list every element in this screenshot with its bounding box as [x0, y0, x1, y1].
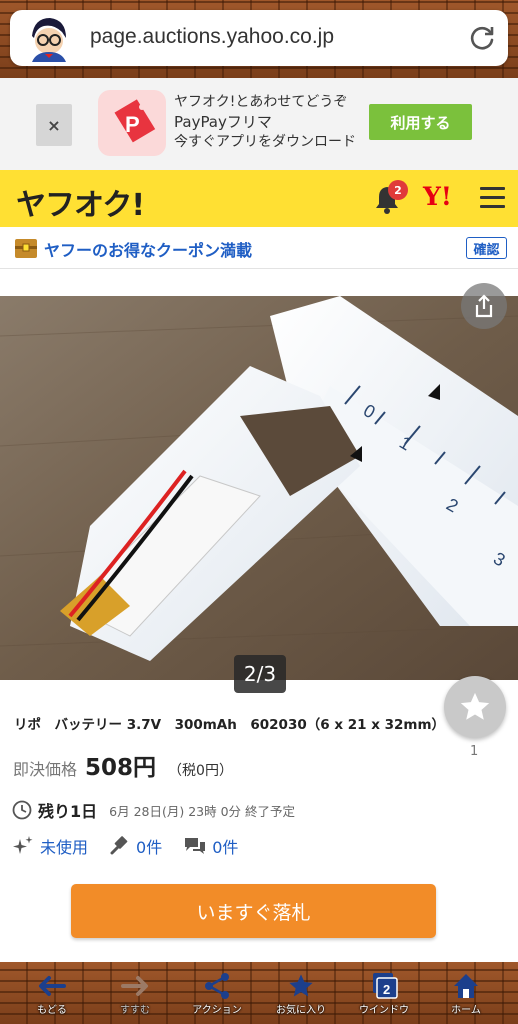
site-header: ヤフオク! 2 Y! — [0, 170, 518, 227]
coupon-text[interactable]: ヤフーのお得なクーポン満載 — [44, 237, 252, 261]
buy-now-button[interactable]: いますぐ落札 — [71, 884, 436, 938]
time-left: 残り1日 — [38, 802, 98, 821]
end-time: 6月 28日(月) 23時 0分 終了予定 — [109, 803, 296, 819]
image-counter: 2/3 — [234, 655, 286, 693]
price-label: 即決価格 — [13, 760, 78, 779]
watch-button[interactable] — [444, 676, 506, 738]
share-icon — [475, 294, 493, 318]
banner-text: ヤフオク!とあわせてどうぞ PayPayフリマ 今すぐアプリをダウンロード — [174, 92, 356, 152]
hamburger-menu-icon[interactable] — [480, 187, 505, 209]
reload-icon[interactable] — [468, 24, 496, 52]
banner-close-button[interactable]: × — [36, 104, 72, 146]
windows-label: ウインドウ — [359, 1005, 409, 1016]
item-title: リポ バッテリー 3.7V 300mAh 602030（6 x 21 x 32m… — [14, 717, 446, 733]
app-promo-banner: × P ヤフオク!とあわせてどうぞ PayPayフリマ 今すぐアプリをダウンロー… — [0, 78, 518, 170]
gavel-icon — [110, 836, 128, 855]
action-label: アクション — [192, 1005, 242, 1016]
price-value: 508円 — [85, 755, 157, 781]
coupon-confirm-button[interactable]: 確認 — [466, 237, 507, 259]
avatar-icon[interactable] — [24, 14, 72, 62]
product-photo: 0 1 2 3 — [0, 296, 518, 680]
favorites-button[interactable]: お気に入り — [266, 972, 336, 1024]
chat-bubbles-icon — [185, 838, 206, 854]
back-label: もどる — [37, 1005, 67, 1016]
star-icon — [460, 692, 490, 720]
clock-icon — [12, 800, 32, 820]
banner-line-3: 今すぐアプリをダウンロード — [174, 134, 356, 150]
forward-arrow-icon — [121, 976, 148, 996]
questions-count[interactable]: 0件 — [212, 834, 238, 858]
notification-badge: 2 — [388, 180, 408, 200]
favorite-star-icon — [289, 974, 313, 997]
yahoo-japan-logo[interactable]: Y! — [423, 182, 452, 211]
share-nodes-icon — [205, 973, 229, 999]
use-app-button[interactable]: 利用する — [369, 104, 472, 140]
condition-text[interactable]: 未使用 — [40, 834, 88, 858]
bids-count[interactable]: 0件 — [136, 834, 162, 858]
windows-count: 2 — [383, 982, 390, 997]
url-text[interactable]: page.auctions.yahoo.co.jp — [90, 25, 334, 49]
questions-item[interactable]: 0件 — [184, 834, 238, 858]
bids-item[interactable]: 0件 — [110, 834, 162, 858]
condition-item[interactable]: 未使用 — [12, 834, 88, 858]
coupon-bar[interactable]: ヤフーのお得なクーポン満載 確認 — [0, 227, 518, 269]
price-row: 即決価格 508円 （税0円） — [13, 748, 233, 782]
bottom-toolbar: もどる すすむ アクション お気に入り 2 ウインドウ ホーム — [0, 962, 518, 1024]
svg-text:P: P — [125, 112, 140, 137]
price-tag-icon: P — [114, 99, 156, 143]
browser-url-bar: page.auctions.yahoo.co.jp — [0, 0, 518, 78]
watch-count: 1 — [470, 744, 479, 759]
home-icon — [454, 974, 478, 998]
back-arrow-icon — [39, 976, 66, 996]
treasure-chest-icon — [15, 239, 37, 258]
forward-label: すすむ — [120, 1005, 150, 1016]
home-label: ホーム — [451, 1005, 481, 1016]
home-button[interactable]: ホーム — [431, 972, 501, 1024]
address-field[interactable]: page.auctions.yahoo.co.jp — [10, 10, 508, 66]
windows-button[interactable]: 2 ウインドウ — [349, 972, 419, 1024]
windows-icon: 2 — [373, 973, 398, 999]
paypay-flea-market-app-icon[interactable]: P — [98, 90, 166, 156]
product-image[interactable]: 0 1 2 3 — [0, 296, 518, 680]
time-row: 残り1日 6月 28日(月) 23時 0分 終了予定 — [12, 798, 295, 822]
forward-button[interactable]: すすむ — [100, 972, 170, 1024]
favorites-label: お気に入り — [276, 1005, 326, 1016]
item-info-row: 未使用 0件 0件 — [12, 834, 260, 858]
share-button[interactable] — [461, 283, 507, 329]
tax-text: （税0円） — [168, 763, 233, 779]
banner-line-1: ヤフオク!とあわせてどうぞ — [174, 94, 348, 110]
back-button[interactable]: もどる — [17, 972, 87, 1024]
banner-line-2: PayPayフリマ — [174, 113, 272, 131]
action-button[interactable]: アクション — [182, 972, 252, 1024]
sparkle-icon — [13, 836, 33, 854]
yahuoku-logo[interactable]: ヤフオク! — [16, 180, 145, 224]
